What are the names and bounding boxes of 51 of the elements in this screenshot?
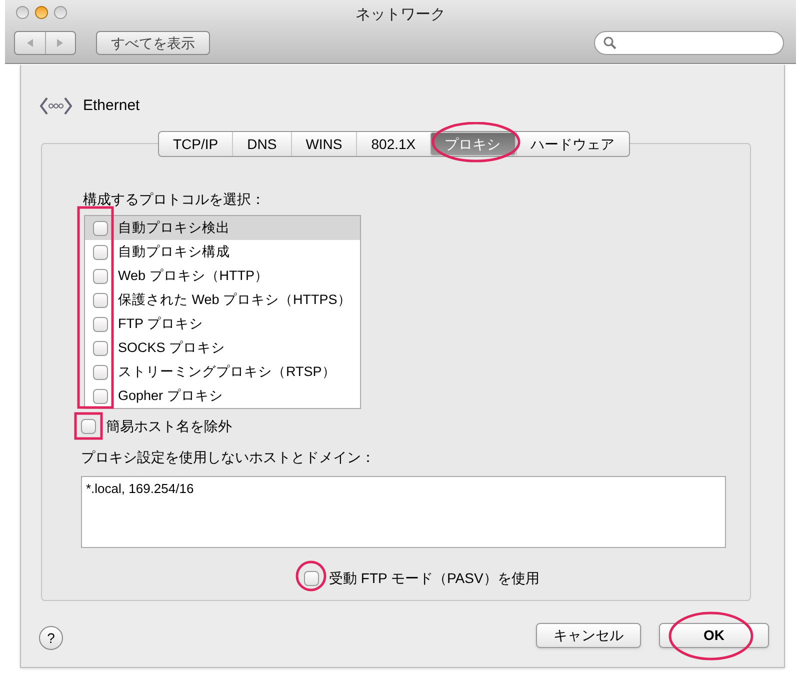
list-row-label: 自動プロキシ構成 bbox=[118, 242, 230, 261]
list-row[interactable]: ストリーミングプロキシ（RTSP） bbox=[85, 360, 360, 384]
tab[interactable]: DNS bbox=[232, 132, 291, 156]
list-row[interactable]: 自動プロキシ構成 bbox=[85, 240, 360, 264]
checkbox[interactable] bbox=[93, 220, 108, 236]
list-row-label: 自動プロキシ検出 bbox=[118, 218, 230, 237]
list-row-label: ストリーミングプロキシ（RTSP） bbox=[118, 362, 336, 381]
minimize-window-icon[interactable] bbox=[35, 6, 48, 19]
checkbox[interactable] bbox=[93, 316, 108, 332]
checkbox[interactable] bbox=[93, 292, 108, 308]
checkbox[interactable] bbox=[304, 571, 319, 586]
checkbox[interactable] bbox=[93, 388, 108, 404]
back-arrow-icon[interactable] bbox=[24, 38, 35, 48]
checkbox[interactable] bbox=[81, 419, 96, 434]
section-label: 構成するプロトコルを選択： bbox=[83, 190, 265, 209]
section-label: プロキシ設定を使用しないホストとドメイン： bbox=[81, 448, 375, 467]
dialog-button[interactable]: キャンセル bbox=[536, 623, 641, 648]
list-row[interactable]: FTP プロキシ bbox=[85, 312, 360, 336]
tab[interactable]: TCP/IP bbox=[159, 132, 232, 156]
list-row-label: FTP プロキシ bbox=[118, 314, 204, 333]
checkbox-label: 簡易ホスト名を除外 bbox=[106, 417, 232, 436]
list-row[interactable]: SOCKS プロキシ bbox=[85, 336, 360, 360]
show-all-button[interactable]: すべてを表示 bbox=[96, 31, 210, 55]
checkbox[interactable] bbox=[93, 268, 108, 284]
checkbox[interactable] bbox=[93, 364, 108, 380]
checkbox[interactable] bbox=[93, 340, 108, 356]
search-icon bbox=[603, 36, 617, 50]
list-row-label: Gopher プロキシ bbox=[118, 386, 223, 405]
checkbox[interactable] bbox=[93, 244, 108, 260]
back-forward-buttons[interactable] bbox=[14, 31, 76, 55]
zoom-window-icon[interactable] bbox=[54, 6, 67, 19]
interface-name: Ethernet bbox=[83, 96, 140, 116]
tab[interactable]: WINS bbox=[290, 132, 356, 156]
window-title: ネットワーク bbox=[356, 5, 446, 25]
checkbox-label: 受動 FTP モード（PASV）を使用 bbox=[329, 569, 540, 588]
list-row[interactable]: Gopher プロキシ bbox=[85, 384, 360, 408]
list-row-label: 保護された Web プロキシ（HTTPS） bbox=[118, 290, 352, 309]
help-button[interactable]: ? bbox=[39, 626, 63, 650]
list-row[interactable]: Web プロキシ（HTTP） bbox=[85, 264, 360, 288]
forward-arrow-icon[interactable] bbox=[55, 38, 66, 48]
tab[interactable]: ハードウェア bbox=[516, 132, 629, 156]
list-row-label: Web プロキシ（HTTP） bbox=[118, 266, 269, 285]
dialog-button[interactable]: OK bbox=[659, 623, 769, 648]
bypass-hosts-field[interactable]: *.local, 169.254/16 bbox=[81, 476, 726, 548]
search-field[interactable] bbox=[594, 31, 784, 55]
ethernet-icon bbox=[39, 96, 73, 116]
tab[interactable]: プロキシ bbox=[430, 132, 516, 156]
list-row[interactable]: 自動プロキシ検出 bbox=[85, 216, 360, 240]
list-row[interactable]: 保護された Web プロキシ（HTTPS） bbox=[85, 288, 360, 312]
close-window-icon[interactable] bbox=[16, 6, 29, 19]
list-row-label: SOCKS プロキシ bbox=[118, 338, 226, 357]
